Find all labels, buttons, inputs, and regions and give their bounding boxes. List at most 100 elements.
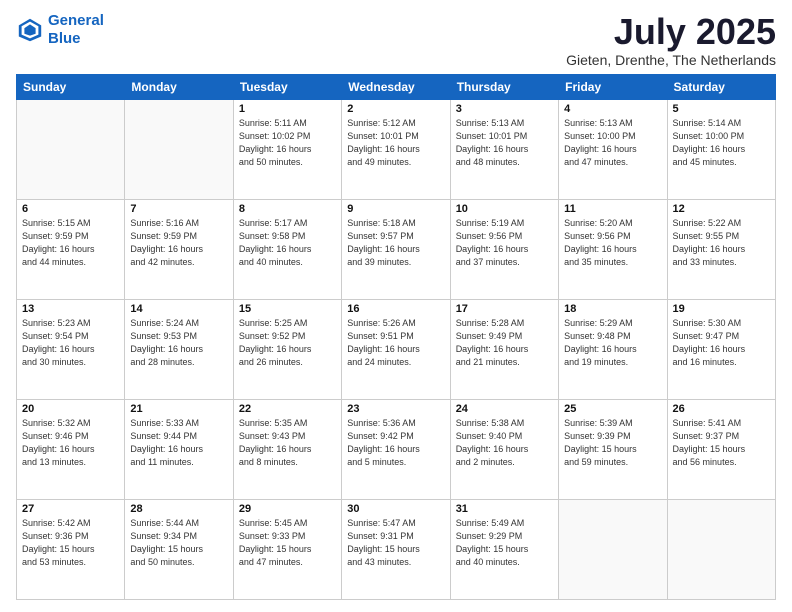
day-cell: 13 Sunrise: 5:23 AMSunset: 9:54 PMDayligh… xyxy=(17,299,125,399)
day-cell: 7 Sunrise: 5:16 AMSunset: 9:59 PMDaylight… xyxy=(125,199,233,299)
logo-icon xyxy=(16,16,44,44)
day-number: 17 xyxy=(456,303,553,315)
cell-details: Sunrise: 5:32 AMSunset: 9:46 PMDaylight:… xyxy=(22,417,119,469)
day-cell: 9Sunrise: 5:18 AMSunset: 9:57 PMDaylight… xyxy=(342,199,450,299)
day-cell: 31 Sunrise: 5:49 AMSunset: 9:29 PMDayligh… xyxy=(450,499,558,599)
col-header-tuesday: Tuesday xyxy=(233,74,341,99)
day-number: 24 xyxy=(456,403,553,415)
col-header-sunday: Sunday xyxy=(17,74,125,99)
day-number: 7 xyxy=(130,203,227,215)
location-title: Gieten, Drenthe, The Netherlands xyxy=(566,52,776,68)
cell-details: Sunrise: 5:26 AMSunset: 9:51 PMDaylight:… xyxy=(347,317,444,369)
cell-details: Sunrise: 5:33 AMSunset: 9:44 PMDaylight:… xyxy=(130,417,227,469)
day-number: 29 xyxy=(239,503,336,515)
day-cell: 25 Sunrise: 5:39 AMSunset: 9:39 PMDayligh… xyxy=(559,399,667,499)
day-number: 11 xyxy=(564,203,661,215)
day-cell xyxy=(17,99,125,199)
day-number: 20 xyxy=(22,403,119,415)
day-cell: 12 Sunrise: 5:22 AMSunset: 9:55 PMDayligh… xyxy=(667,199,775,299)
day-number: 13 xyxy=(22,303,119,315)
title-block: July 2025 Gieten, Drenthe, The Netherlan… xyxy=(566,12,776,68)
day-cell: 11 Sunrise: 5:20 AMSunset: 9:56 PMDayligh… xyxy=(559,199,667,299)
cell-details: Sunrise: 5:22 AMSunset: 9:55 PMDaylight:… xyxy=(673,217,770,269)
month-title: July 2025 xyxy=(566,12,776,52)
cell-details: Sunrise: 5:39 AMSunset: 9:39 PMDaylight:… xyxy=(564,417,661,469)
cell-details: Sunrise: 5:30 AMSunset: 9:47 PMDaylight:… xyxy=(673,317,770,369)
day-cell: 24Sunrise: 5:38 AMSunset: 9:40 PMDayligh… xyxy=(450,399,558,499)
day-cell: 18 Sunrise: 5:29 AMSunset: 9:48 PMDayligh… xyxy=(559,299,667,399)
day-cell xyxy=(559,499,667,599)
page: General Blue July 2025 Gieten, Drenthe, … xyxy=(0,0,792,612)
day-number: 4 xyxy=(564,103,661,115)
day-cell: 1Sunrise: 5:11 AMSunset: 10:02 PMDayligh… xyxy=(233,99,341,199)
cell-details: Sunrise: 5:24 AMSunset: 9:53 PMDaylight:… xyxy=(130,317,227,369)
day-cell: 20 Sunrise: 5:32 AMSunset: 9:46 PMDayligh… xyxy=(17,399,125,499)
day-cell xyxy=(667,499,775,599)
cell-details: Sunrise: 5:45 AMSunset: 9:33 PMDaylight:… xyxy=(239,517,336,569)
day-number: 27 xyxy=(22,503,119,515)
day-cell: 8 Sunrise: 5:17 AMSunset: 9:58 PMDaylight… xyxy=(233,199,341,299)
cell-details: Sunrise: 5:47 AMSunset: 9:31 PMDaylight:… xyxy=(347,517,444,569)
day-number: 16 xyxy=(347,303,444,315)
col-header-wednesday: Wednesday xyxy=(342,74,450,99)
week-row-1: 1Sunrise: 5:11 AMSunset: 10:02 PMDayligh… xyxy=(17,99,776,199)
day-number: 18 xyxy=(564,303,661,315)
cell-details: Sunrise: 5:17 AMSunset: 9:58 PMDaylight:… xyxy=(239,217,336,269)
day-cell: 5 Sunrise: 5:14 AMSunset: 10:00 PMDayligh… xyxy=(667,99,775,199)
day-number: 19 xyxy=(673,303,770,315)
cell-details: Sunrise: 5:13 AMSunset: 10:01 PMDaylight… xyxy=(456,117,553,169)
logo-text: General Blue xyxy=(48,12,104,48)
cell-details: Sunrise: 5:20 AMSunset: 9:56 PMDaylight:… xyxy=(564,217,661,269)
cell-details: Sunrise: 5:29 AMSunset: 9:48 PMDaylight:… xyxy=(564,317,661,369)
day-cell: 28Sunrise: 5:44 AMSunset: 9:34 PMDayligh… xyxy=(125,499,233,599)
col-header-saturday: Saturday xyxy=(667,74,775,99)
calendar-header-row: SundayMondayTuesdayWednesdayThursdayFrid… xyxy=(17,74,776,99)
day-number: 2 xyxy=(347,103,444,115)
day-number: 8 xyxy=(239,203,336,215)
day-cell: 17Sunrise: 5:28 AMSunset: 9:49 PMDayligh… xyxy=(450,299,558,399)
week-row-2: 6Sunrise: 5:15 AMSunset: 9:59 PMDaylight… xyxy=(17,199,776,299)
day-cell: 22 Sunrise: 5:35 AMSunset: 9:43 PMDayligh… xyxy=(233,399,341,499)
col-header-thursday: Thursday xyxy=(450,74,558,99)
cell-details: Sunrise: 5:35 AMSunset: 9:43 PMDaylight:… xyxy=(239,417,336,469)
cell-details: Sunrise: 5:11 AMSunset: 10:02 PMDaylight… xyxy=(239,117,336,169)
header: General Blue July 2025 Gieten, Drenthe, … xyxy=(16,12,776,68)
day-cell: 2Sunrise: 5:12 AMSunset: 10:01 PMDayligh… xyxy=(342,99,450,199)
cell-details: Sunrise: 5:41 AMSunset: 9:37 PMDaylight:… xyxy=(673,417,770,469)
week-row-4: 20 Sunrise: 5:32 AMSunset: 9:46 PMDayligh… xyxy=(17,399,776,499)
logo-line2: Blue xyxy=(48,30,81,47)
cell-details: Sunrise: 5:15 AMSunset: 9:59 PMDaylight:… xyxy=(22,217,119,269)
week-row-5: 27Sunrise: 5:42 AMSunset: 9:36 PMDayligh… xyxy=(17,499,776,599)
day-number: 21 xyxy=(130,403,227,415)
day-cell: 19 Sunrise: 5:30 AMSunset: 9:47 PMDayligh… xyxy=(667,299,775,399)
cell-details: Sunrise: 5:14 AMSunset: 10:00 PMDaylight… xyxy=(673,117,770,169)
day-cell: 23Sunrise: 5:36 AMSunset: 9:42 PMDayligh… xyxy=(342,399,450,499)
col-header-friday: Friday xyxy=(559,74,667,99)
day-cell: 6Sunrise: 5:15 AMSunset: 9:59 PMDaylight… xyxy=(17,199,125,299)
day-number: 22 xyxy=(239,403,336,415)
day-cell: 10 Sunrise: 5:19 AMSunset: 9:56 PMDayligh… xyxy=(450,199,558,299)
day-number: 26 xyxy=(673,403,770,415)
day-cell: 27Sunrise: 5:42 AMSunset: 9:36 PMDayligh… xyxy=(17,499,125,599)
day-cell: 16 Sunrise: 5:26 AMSunset: 9:51 PMDayligh… xyxy=(342,299,450,399)
day-cell xyxy=(125,99,233,199)
day-number: 10 xyxy=(456,203,553,215)
day-number: 12 xyxy=(673,203,770,215)
cell-details: Sunrise: 5:16 AMSunset: 9:59 PMDaylight:… xyxy=(130,217,227,269)
day-number: 5 xyxy=(673,103,770,115)
cell-details: Sunrise: 5:13 AMSunset: 10:00 PMDaylight… xyxy=(564,117,661,169)
col-header-monday: Monday xyxy=(125,74,233,99)
day-cell: 4 Sunrise: 5:13 AMSunset: 10:00 PMDayligh… xyxy=(559,99,667,199)
day-number: 31 xyxy=(456,503,553,515)
day-number: 25 xyxy=(564,403,661,415)
cell-details: Sunrise: 5:49 AMSunset: 9:29 PMDaylight:… xyxy=(456,517,553,569)
cell-details: Sunrise: 5:23 AMSunset: 9:54 PMDaylight:… xyxy=(22,317,119,369)
day-number: 28 xyxy=(130,503,227,515)
cell-details: Sunrise: 5:36 AMSunset: 9:42 PMDaylight:… xyxy=(347,417,444,469)
cell-details: Sunrise: 5:25 AMSunset: 9:52 PMDaylight:… xyxy=(239,317,336,369)
cell-details: Sunrise: 5:19 AMSunset: 9:56 PMDaylight:… xyxy=(456,217,553,269)
day-number: 3 xyxy=(456,103,553,115)
day-cell: 21 Sunrise: 5:33 AMSunset: 9:44 PMDayligh… xyxy=(125,399,233,499)
day-number: 30 xyxy=(347,503,444,515)
day-cell: 14Sunrise: 5:24 AMSunset: 9:53 PMDayligh… xyxy=(125,299,233,399)
